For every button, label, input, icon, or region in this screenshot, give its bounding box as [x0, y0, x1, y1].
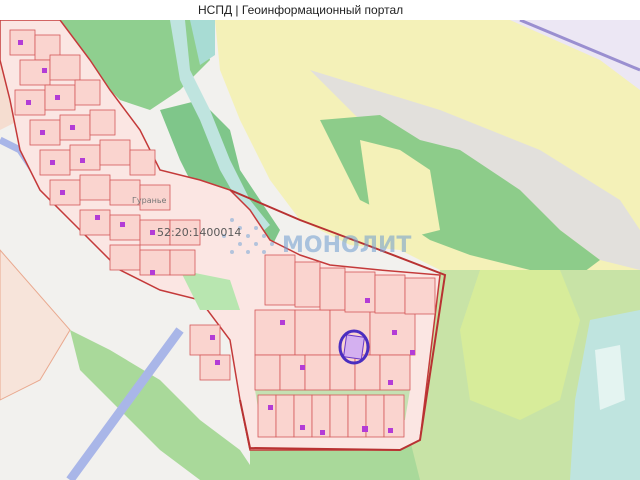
settlement-label: Гуранье [132, 196, 167, 205]
page-title: НСПД | Геоинформационный портал [198, 3, 404, 17]
cadastral-block-label[interactable]: 52:20:1400014 [157, 226, 241, 239]
watermark-text: МОНОЛИТ [282, 233, 411, 258]
cadastral-map[interactable]: МОНОЛИТ Гуранье 52:20:1400014 [0, 0, 640, 480]
island-right [595, 345, 625, 410]
map-viewer: МОНОЛИТ Гуранье 52:20:1400014 НСПД | Гео… [0, 0, 640, 480]
title-bar: НСПД | Геоинформационный портал [0, 0, 640, 20]
